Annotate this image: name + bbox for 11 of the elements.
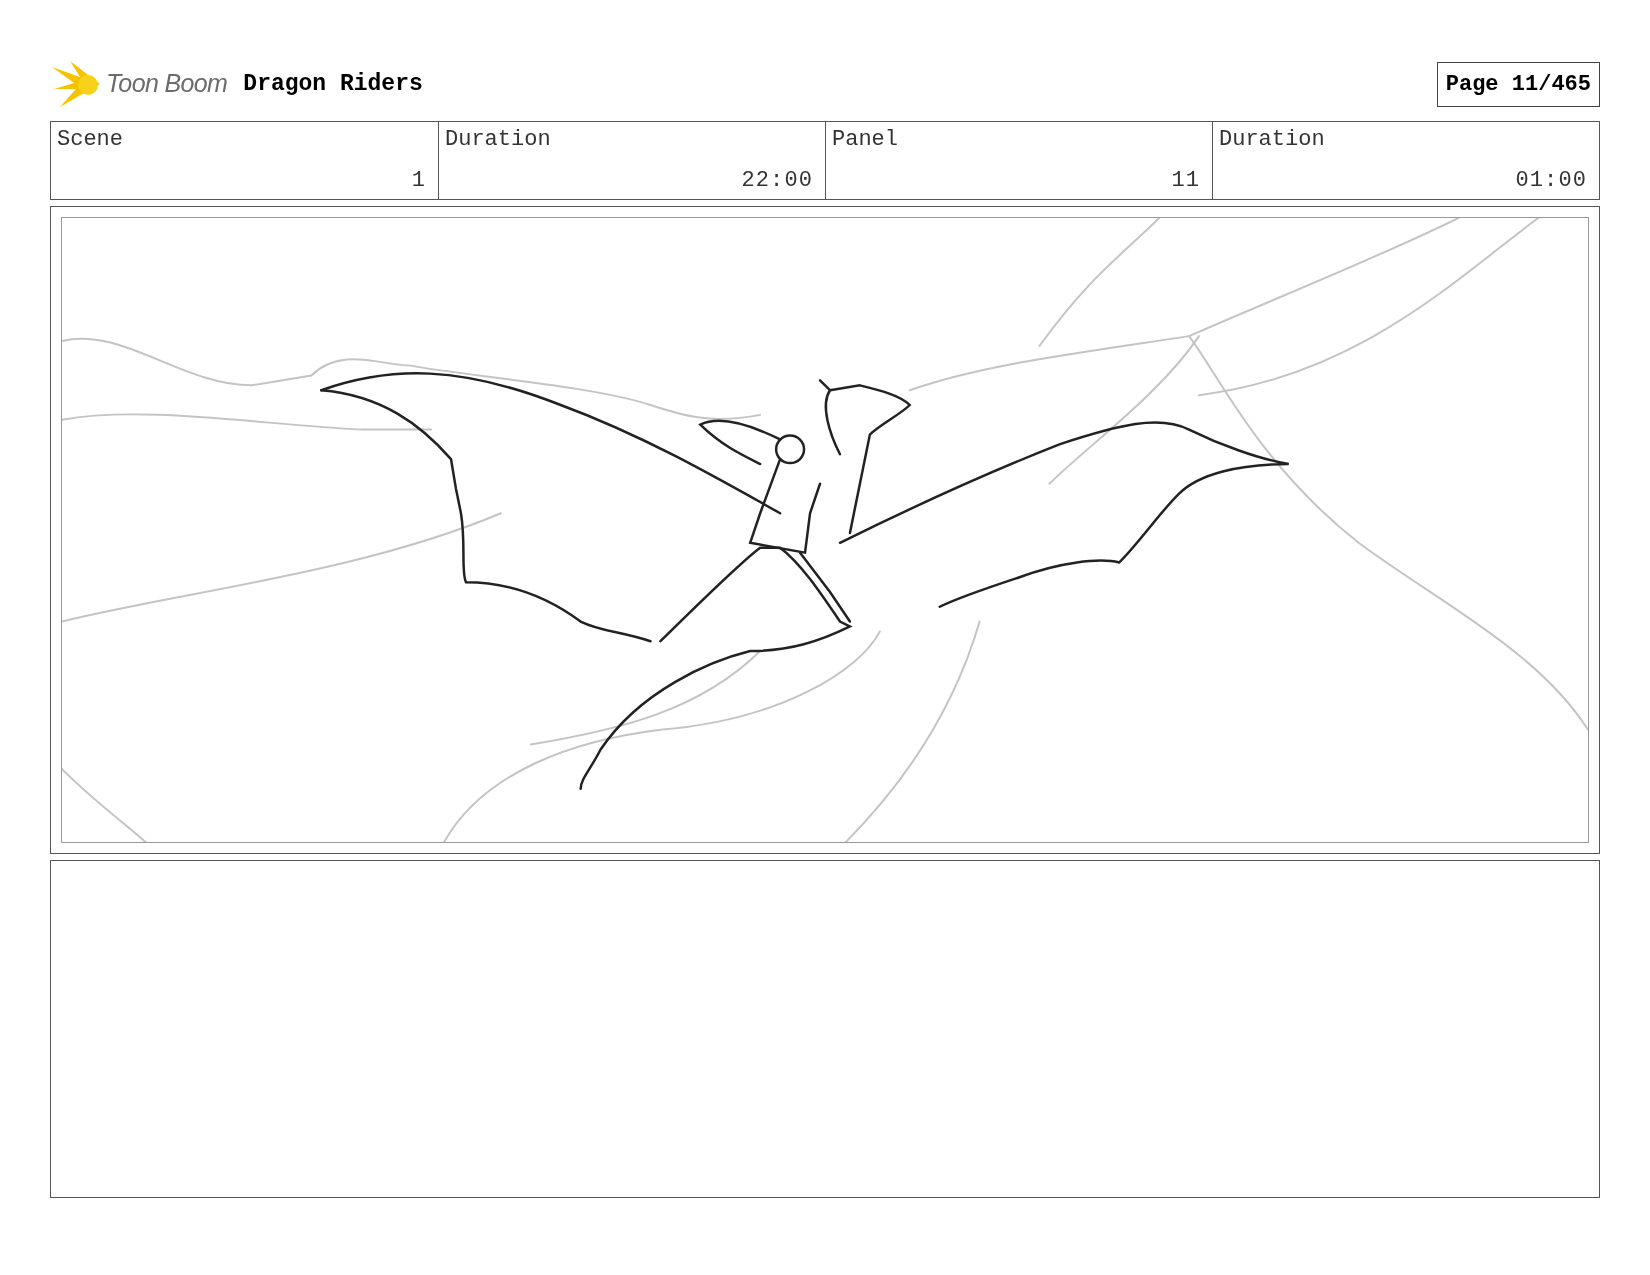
- field-label: Panel: [832, 126, 898, 154]
- field-value: 1: [411, 167, 426, 195]
- field-label: Scene: [57, 126, 123, 154]
- page-counter: Page 11/465: [1436, 61, 1600, 107]
- field-value: 11: [1171, 167, 1200, 195]
- field-value: 22:00: [741, 167, 813, 195]
- project-title: Dragon Riders: [243, 69, 423, 99]
- logo-text: Toon Boom: [106, 68, 228, 100]
- field-value: 01:00: [1515, 167, 1587, 195]
- field-label: Duration: [445, 126, 551, 154]
- field-label: Duration: [1219, 126, 1325, 154]
